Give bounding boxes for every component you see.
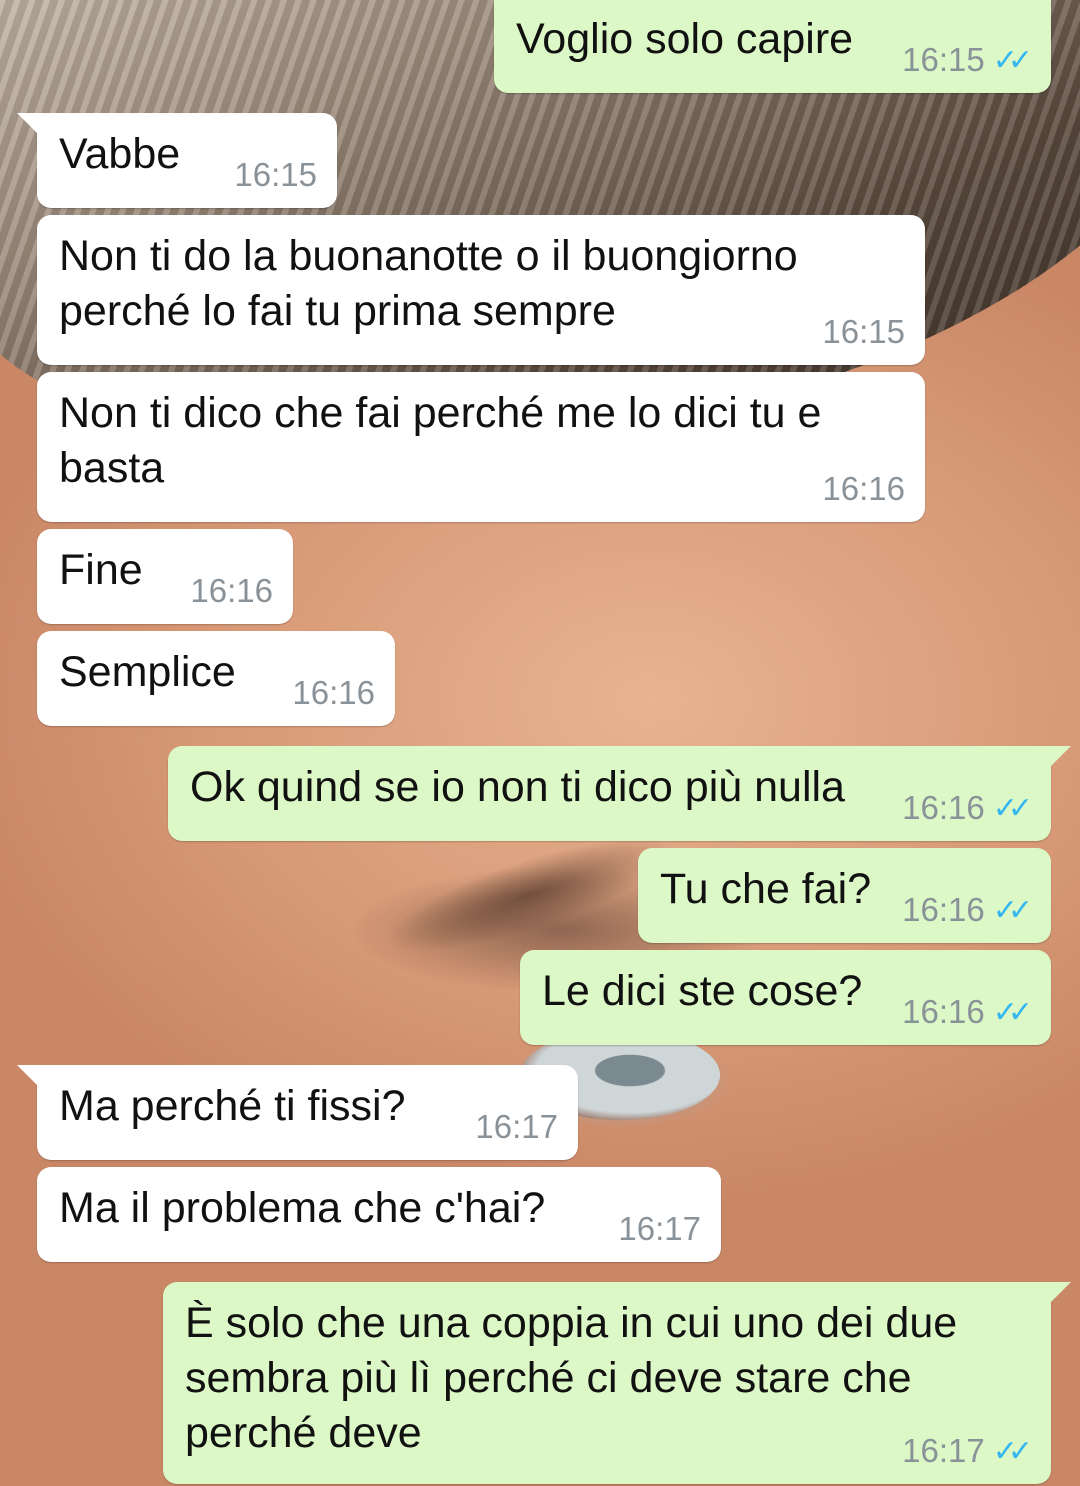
message-bubble-incoming[interactable]: Ma perché ti fissi? 16:17 — [17, 1065, 578, 1160]
message-meta: 16:16 ✓✓ — [902, 891, 1033, 929]
message-meta: 16:15 — [234, 156, 317, 194]
message-bubble-incoming[interactable]: Ma il problema che c'hai? 16:17 — [37, 1167, 721, 1262]
message-meta: 16:16 ✓✓ — [902, 789, 1033, 827]
message-bubble-outgoing[interactable]: Le dici ste cose? 16:16 ✓✓ — [520, 950, 1051, 1045]
message-bubble-outgoing[interactable]: Ok quind se io non ti dico più nulla 16:… — [168, 746, 1071, 841]
double-check-icon: ✓✓ — [992, 43, 1033, 77]
message-bubble-outgoing[interactable]: Tu che fai? 16:16 ✓✓ — [638, 848, 1051, 943]
message-bubble-incoming[interactable]: Vabbe 16:15 — [17, 113, 337, 208]
message-time: 16:16 — [902, 891, 985, 928]
message-time: 16:15 — [234, 156, 317, 193]
message-time: 16:16 — [292, 674, 375, 711]
message-time: 16:17 — [475, 1108, 558, 1145]
double-check-icon: ✓✓ — [992, 1434, 1033, 1468]
message-time: 16:16 — [902, 789, 985, 826]
message-text: Non ti dico che fai perché me lo dici tu… — [59, 389, 822, 492]
message-bubble-incoming[interactable]: Fine 16:16 — [37, 529, 293, 624]
message-time: 16:16 — [190, 572, 273, 609]
message-time: 16:16 — [902, 993, 985, 1030]
message-time: 16:17 — [902, 1432, 985, 1469]
message-text: Non ti do la buonanotte o il buongiorno … — [59, 232, 798, 335]
message-meta: 16:17 — [618, 1210, 701, 1248]
message-meta: 16:16 ✓✓ — [902, 993, 1033, 1031]
message-meta: 16:17 ✓✓ — [902, 1432, 1033, 1470]
message-meta: 16:16 — [292, 674, 375, 712]
message-bubble-incoming[interactable]: Non ti dico che fai perché me lo dici tu… — [37, 372, 925, 522]
double-check-icon: ✓✓ — [992, 791, 1033, 825]
message-bubble-incoming[interactable]: Non ti do la buonanotte o il buongiorno … — [37, 215, 925, 365]
double-check-icon: ✓✓ — [992, 995, 1033, 1029]
message-meta: 16:15 ✓✓ — [902, 41, 1033, 79]
message-time: 16:15 — [822, 313, 905, 350]
message-meta: 16:16 — [190, 572, 273, 610]
message-time: 16:17 — [618, 1210, 701, 1247]
message-bubble-outgoing[interactable]: È solo che una coppia in cui uno dei due… — [163, 1282, 1071, 1484]
message-bubble-incoming[interactable]: Semplice 16:16 — [37, 631, 395, 726]
message-bubble-outgoing[interactable]: Voglio solo capire 16:15 ✓✓ — [494, 0, 1051, 93]
message-time: 16:16 — [822, 470, 905, 507]
double-check-icon: ✓✓ — [992, 893, 1033, 927]
message-time: 16:15 — [902, 41, 985, 78]
message-meta: 16:15 — [822, 313, 905, 351]
message-meta: 16:16 — [822, 470, 905, 508]
message-meta: 16:17 — [475, 1108, 558, 1146]
message-text: Ma il problema che c'hai? — [59, 1184, 546, 1232]
